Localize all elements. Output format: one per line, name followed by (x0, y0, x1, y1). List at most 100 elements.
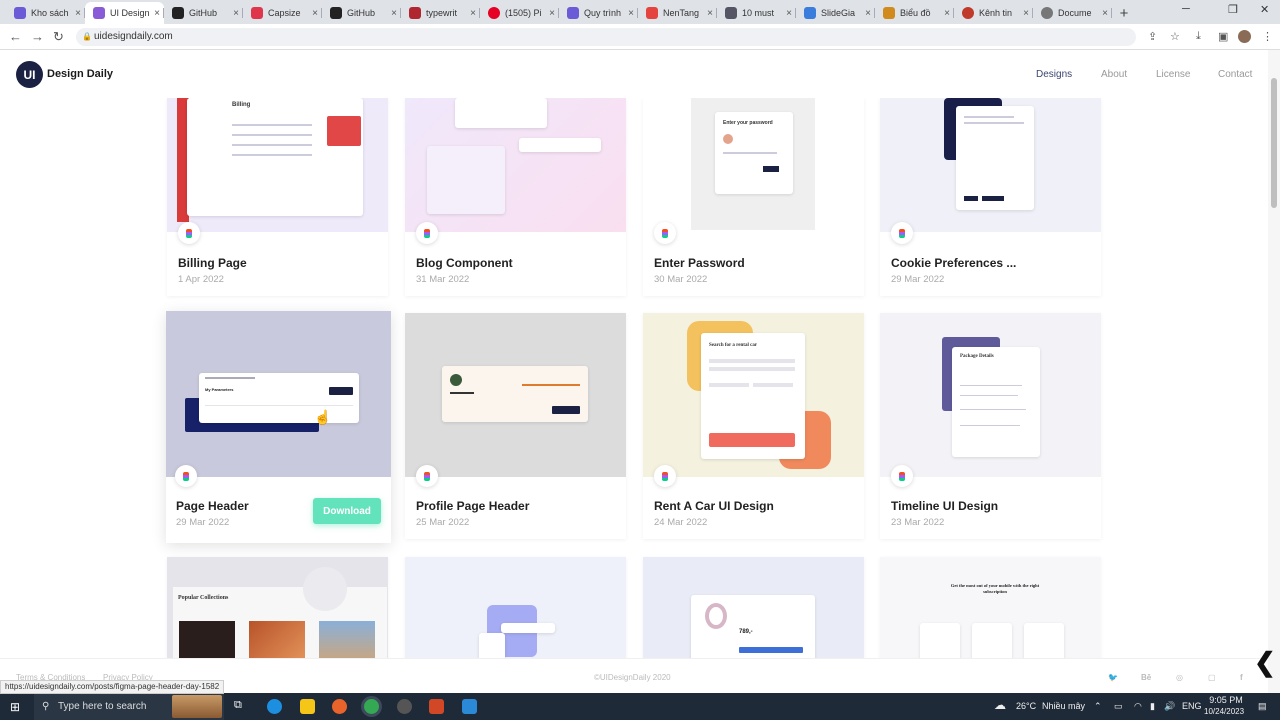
forward-icon[interactable]: → (31, 29, 44, 44)
design-card[interactable]: Cookie Preferences ... 29 Mar 2022 (880, 98, 1101, 296)
card-preview: Enter your password (643, 98, 864, 232)
browser-tab[interactable]: Kho sách × (6, 2, 85, 24)
design-card-hovered[interactable]: My Parameters ☝ Page Header 29 Mar 2022 … (166, 311, 391, 543)
close-icon[interactable]: × (865, 8, 871, 19)
facebook-icon[interactable]: f (1240, 673, 1243, 682)
site-logo[interactable]: UI (16, 61, 43, 88)
new-tab-button[interactable]: + (1112, 2, 1136, 24)
close-icon[interactable]: × (1102, 8, 1108, 19)
card-title: Rent A Car UI Design (654, 499, 774, 513)
nav-license[interactable]: License (1156, 69, 1190, 80)
restore-icon[interactable]: ❐ (1228, 3, 1238, 16)
chevron-left-icon[interactable]: ❮ (1254, 647, 1276, 678)
close-window-icon[interactable]: ✕ (1260, 3, 1269, 16)
browser-tab[interactable]: typewrit × (401, 2, 480, 24)
card-preview (405, 557, 626, 667)
status-bar-url: https://uidesigndaily.com/posts/figma-pa… (0, 680, 225, 694)
browser-tab[interactable]: Docume × (1033, 2, 1112, 24)
menu-dots-icon[interactable]: ⋮ (1262, 30, 1273, 43)
design-card[interactable]: Popular Collections (167, 557, 388, 667)
wifi-icon[interactable]: ◠ (1134, 701, 1142, 712)
sidebar-icon[interactable]: ▣ (1218, 30, 1228, 43)
close-icon[interactable]: × (944, 8, 950, 19)
network-icon[interactable]: ▭ (1114, 701, 1123, 712)
language-indicator[interactable]: ENG (1182, 701, 1202, 711)
file-explorer-icon[interactable] (300, 699, 315, 714)
edge-icon[interactable] (267, 699, 282, 714)
browser-tab[interactable]: NenTang × (638, 2, 717, 24)
windows-start-icon[interactable]: ⊞ (10, 700, 20, 714)
download-button[interactable]: Download (313, 498, 381, 524)
design-card[interactable]: 789,- (643, 557, 864, 667)
browser-tab[interactable]: 10 must × (717, 2, 796, 24)
obs-icon[interactable] (397, 699, 412, 714)
bookmark-star-icon[interactable]: ☆ (1170, 30, 1180, 43)
profile-avatar[interactable] (1238, 30, 1251, 43)
close-icon[interactable]: × (707, 8, 713, 19)
site-brand[interactable]: Design Daily (47, 68, 113, 80)
close-icon[interactable]: × (312, 8, 318, 19)
browser-tab[interactable]: GitHub × (164, 2, 243, 24)
close-icon[interactable]: × (1023, 8, 1029, 19)
card-preview (405, 98, 626, 232)
volume-icon[interactable]: 🔊 (1164, 701, 1175, 712)
clock-time[interactable]: 9:05 PM (1208, 695, 1244, 705)
browser-tab[interactable]: Biểu đồ × (875, 2, 954, 24)
browser-tab[interactable]: Kênh tin × (954, 2, 1033, 24)
design-card[interactable]: Profile Page Header 25 Mar 2022 (405, 313, 626, 539)
back-icon[interactable]: ← (9, 29, 22, 44)
reload-icon[interactable]: ↻ (53, 29, 64, 45)
design-card[interactable] (405, 557, 626, 667)
weather-icon[interactable]: ☁ (994, 698, 1006, 712)
close-icon[interactable]: × (786, 8, 792, 19)
powerpoint-icon[interactable] (429, 699, 444, 714)
notifications-icon[interactable]: ▤ (1258, 701, 1267, 712)
page-scrollbar[interactable] (1268, 50, 1280, 693)
close-icon[interactable]: × (75, 8, 81, 19)
nav-designs[interactable]: Designs (1036, 69, 1072, 80)
close-icon[interactable]: × (549, 8, 555, 19)
close-icon[interactable]: × (391, 8, 397, 19)
battery-icon[interactable]: ▮ (1150, 701, 1155, 712)
clock-date[interactable]: 10/24/2023 (1204, 707, 1244, 716)
behance-icon[interactable]: Bē (1141, 673, 1151, 682)
minimize-icon[interactable]: ─ (1182, 3, 1190, 15)
download-icon[interactable]: ⤓ (1196, 30, 1201, 43)
card-date: 23 Mar 2022 (891, 517, 945, 528)
close-icon[interactable]: × (233, 8, 239, 19)
design-card[interactable]: Get the most out of your mobile with the… (880, 557, 1101, 667)
browser-tab[interactable]: SlideGia × (796, 2, 875, 24)
design-card[interactable]: Package Details Timeline UI Design 23 Ma… (880, 313, 1101, 539)
dribbble-icon[interactable]: ◎ (1176, 673, 1183, 682)
task-view-icon[interactable]: ⧉ (234, 699, 249, 714)
chevron-up-icon[interactable]: ⌃ (1094, 701, 1102, 712)
browser-tab-active[interactable]: UI Design × (85, 2, 164, 24)
share-icon[interactable]: ⇪ (1148, 30, 1157, 43)
twitter-icon[interactable]: 🐦 (1108, 673, 1118, 682)
vscode-icon[interactable] (462, 699, 477, 714)
browser-tab[interactable]: GitHub × (322, 2, 401, 24)
close-icon[interactable]: × (470, 8, 476, 19)
instagram-icon[interactable]: ▢ (1208, 673, 1216, 682)
nav-contact[interactable]: Contact (1218, 69, 1252, 80)
card-preview: Popular Collections (167, 557, 388, 667)
chrome-icon[interactable] (364, 699, 379, 714)
scrollbar-thumb[interactable] (1271, 78, 1277, 208)
firefox-icon[interactable] (332, 699, 347, 714)
tab-favicon-icon (883, 7, 895, 19)
browser-tab[interactable]: Quy trình × (559, 2, 638, 24)
browser-tab[interactable]: Capsize × (243, 2, 322, 24)
close-icon[interactable]: × (154, 8, 160, 19)
card-date: 31 Mar 2022 (416, 274, 470, 285)
nav-about[interactable]: About (1101, 69, 1127, 80)
design-card[interactable]: Billing Billing Page 1 Apr 2022 (167, 98, 388, 296)
browser-tab[interactable]: (1505) Pi × (480, 2, 559, 24)
design-card[interactable]: Search for a rental car Rent A Car UI De… (643, 313, 864, 539)
tab-favicon-icon (14, 7, 26, 19)
url-field[interactable]: 🔒 uidesigndaily.com (76, 28, 1136, 46)
search-highlight-image (172, 695, 222, 718)
design-card[interactable]: Enter your password Enter Password 30 Ma… (643, 98, 864, 296)
card-preview: Billing (167, 98, 388, 232)
close-icon[interactable]: × (628, 8, 634, 19)
design-card[interactable]: Blog Component 31 Mar 2022 (405, 98, 626, 296)
